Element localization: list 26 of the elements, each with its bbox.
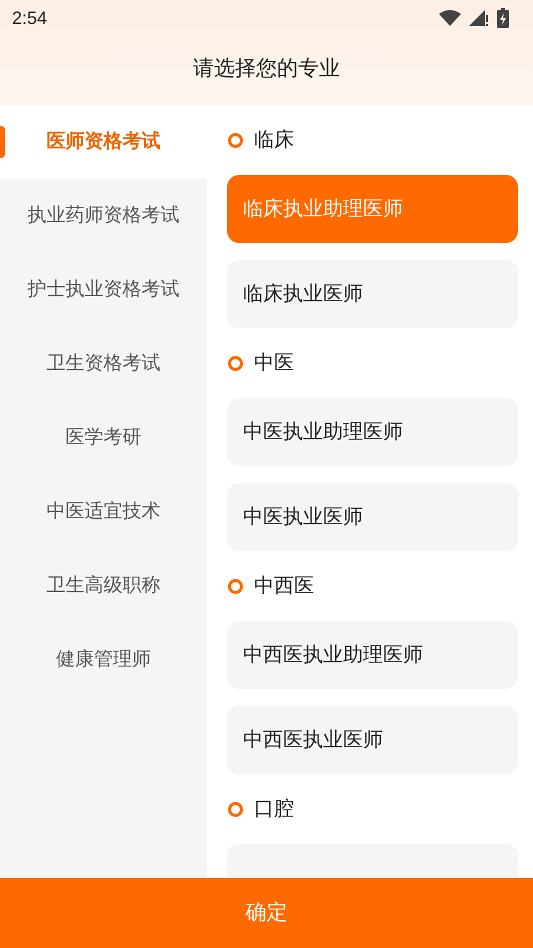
page-title: 请选择您的专业 <box>193 56 340 82</box>
bullet-icon <box>228 578 243 594</box>
option-card[interactable]: 临床执业医师 <box>227 260 518 328</box>
category-tab[interactable]: 中医适宜技术 <box>46 498 160 526</box>
category-tab[interactable]: 执业药师资格考试 <box>28 202 180 230</box>
battery-charging-icon <box>497 8 509 28</box>
bullet-icon <box>228 132 243 148</box>
option-card[interactable]: 中西医执业助理医师 <box>227 621 518 689</box>
bullet-icon <box>228 802 243 816</box>
selection-bar <box>0 126 5 158</box>
category-tab[interactable]: 卫生高级职称 <box>46 572 160 600</box>
category-tab[interactable]: 健康管理师 <box>56 646 151 674</box>
category-tab[interactable]: 护士执业资格考试 <box>28 276 180 304</box>
bullet-icon <box>228 356 243 370</box>
group-heading: 中医 <box>254 351 294 376</box>
wifi-icon <box>439 10 461 26</box>
category-tab[interactable]: 医学考研 <box>66 424 142 452</box>
group-heading: 口腔 <box>254 797 294 822</box>
option-card[interactable]: 中医执业助理医师 <box>227 398 518 466</box>
signal-icon <box>469 10 489 26</box>
category-tab[interactable]: 卫生资格考试 <box>46 350 160 378</box>
option-card[interactable]: 中西医执业医师 <box>227 706 518 774</box>
group-heading: 临床 <box>254 128 294 153</box>
option-card[interactable]: 中医执业医师 <box>227 483 518 551</box>
group-heading: 中西医 <box>254 574 314 599</box>
status-time: 2:54 <box>12 6 48 30</box>
